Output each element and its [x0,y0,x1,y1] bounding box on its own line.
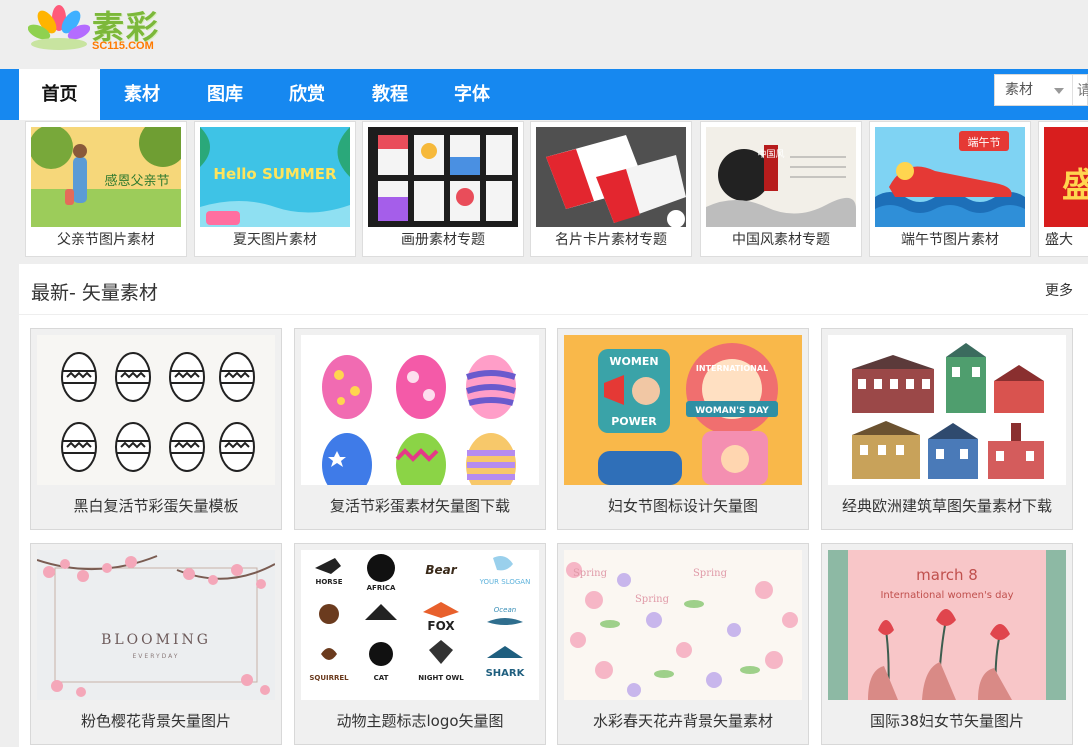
topic-card-chinese-style[interactable]: 中国风 中国风素材专题 [700,121,862,257]
card-label: 妇女节图标设计矢量图 [607,497,758,515]
thumb-text: International women's day [880,590,1013,601]
header: 素彩 SC115.COM [0,0,1088,69]
nav-item-fonts[interactable]: 字体 [432,69,512,120]
topic-thumbnail: 感恩父亲节 [31,127,181,227]
vector-card[interactable]: 复活节彩蛋素材矢量图下载 [294,328,546,530]
site-logo[interactable]: 素彩 SC115.COM [22,0,182,64]
card-thumbnail: Spring Spring Spring [564,550,802,700]
search-box: 素材 [994,74,1088,106]
topic-card-brochure[interactable]: 画册素材专题 [362,121,524,257]
topic-thumbnail [536,127,686,227]
topic-card-business-cards[interactable]: 名片卡片素材专题 [530,121,692,257]
card-label: 复活节彩蛋素材矢量图下载 [329,497,510,515]
thumb-text: Bear [425,563,457,577]
vector-card[interactable]: march 8 International women's day 国际38妇女… [821,543,1073,745]
thumb-text: 中国风 [757,148,784,160]
section-title: 最新- 矢量素材 [31,282,158,304]
chevron-down-icon [1054,88,1064,94]
latest-vector-section: 最新- 矢量素材 更多 黑白复活节彩蛋矢量模板 复活节彩蛋素材矢量图下载 WOM… [19,264,1088,747]
topic-card-summer[interactable]: Hello SUMMER 夏天图片素材 [194,121,356,257]
card-thumbnail: HORSE AFRICA Bear YOUR SLOGAN FOX Ocean … [301,550,539,700]
thumb-text: WOMAN'S DAY [695,406,769,416]
thumb-text: 盛 [1062,166,1088,206]
thumb-text: CAT [374,674,389,682]
topic-thumbnail: 中国风 [706,127,856,227]
topic-label: 端午节图片素材 [901,232,999,248]
vector-card[interactable]: BLOOMING EVERYDAY 粉色樱花背景矢量图片 [30,543,282,745]
main-nav: 首页 素材 图库 欣赏 教程 字体 素材 [0,69,1088,120]
card-label: 动物主题标志logo矢量图 [336,712,504,730]
thumb-text: Ocean [494,606,516,614]
thumb-text: SHARK [486,668,526,679]
card-label: 粉色樱花背景矢量图片 [80,712,231,730]
thumb-text: SQUIRREL [309,674,349,682]
thumb-text: Spring [573,568,608,579]
thumb-text: Hello SUMMER [213,165,337,183]
topic-label: 夏天图片素材 [233,232,317,248]
topic-label: 画册素材专题 [401,232,485,248]
divider [19,314,1088,315]
card-thumbnail: march 8 International women's day [828,550,1066,700]
topic-thumbnail: Hello SUMMER [200,127,350,227]
card-label: 经典欧洲建筑草图矢量素材下载 [841,497,1052,515]
topic-label: 名片卡片素材专题 [555,232,667,248]
nav-item-gallery[interactable]: 图库 [185,69,265,120]
thumb-text: NIGHT OWL [418,674,464,682]
topic-card-fathers-day[interactable]: 感恩父亲节 父亲节图片素材 [25,121,187,257]
topic-label: 父亲节图片素材 [57,232,155,248]
thumb-text: POWER [611,415,657,428]
topic-label: 中国风素材专题 [732,232,830,248]
thumb-text: Spring [693,568,728,579]
topic-thumbnail [368,127,518,227]
thumb-text: YOUR SLOGAN [479,578,531,586]
nav-item-home[interactable]: 首页 [19,69,100,120]
thumb-text: AFRICA [367,584,396,592]
more-link[interactable]: 更多 [1045,280,1073,300]
card-thumbnail [828,335,1066,485]
nav-item-tutorials[interactable]: 教程 [350,69,430,120]
topic-card-dragon-boat[interactable]: 端午节 端午节图片素材 [869,121,1031,257]
search-input[interactable] [1075,75,1088,105]
thumb-text: INTERNATIONAL [696,364,768,373]
card-label: 水彩春天花卉背景矢量素材 [592,712,773,730]
topic-label: 盛大 [1045,232,1073,248]
logo-flower-icon [28,4,90,56]
thumb-text: EVERYDAY [133,653,180,660]
topic-thumbnail: 盛 [1044,127,1088,227]
thumb-text: HORSE [315,578,342,586]
thumb-text: 端午节 [968,136,1001,149]
card-thumbnail [301,335,539,485]
topic-card-grand[interactable]: 盛 盛大 [1038,121,1088,257]
thumb-text: march 8 [916,566,978,584]
search-category-select[interactable]: 素材 [995,75,1073,105]
card-thumbnail [37,335,275,485]
vector-card[interactable]: 黑白复活节彩蛋矢量模板 [30,328,282,530]
thumb-text: 感恩父亲节 [104,173,169,189]
topic-thumbnail: 端午节 [875,127,1025,227]
vector-card[interactable]: 经典欧洲建筑草图矢量素材下载 [821,328,1073,530]
logo-domain: SC115.COM [92,40,154,52]
vector-card[interactable]: Spring Spring Spring 水彩春天花卉背景矢量素材 [557,543,809,745]
vector-card[interactable]: WOMEN POWER INTERNATIONAL WOMAN'S DAY 妇女… [557,328,809,530]
nav-item-materials[interactable]: 素材 [102,69,182,120]
search-category-value: 素材 [1005,82,1033,98]
thumb-text: FOX [427,619,455,633]
card-label: 黑白复活节彩蛋矢量模板 [73,497,239,515]
thumb-text: Spring [635,594,670,605]
card-label: 国际38妇女节矢量图片 [869,712,1025,730]
card-thumbnail: BLOOMING EVERYDAY [37,550,275,700]
thumb-text: BLOOMING [101,632,211,648]
nav-item-appreciation[interactable]: 欣赏 [267,69,347,120]
card-thumbnail: WOMEN POWER INTERNATIONAL WOMAN'S DAY [564,335,802,485]
thumb-text: WOMEN [609,355,658,368]
vector-card[interactable]: HORSE AFRICA Bear YOUR SLOGAN FOX Ocean … [294,543,546,745]
